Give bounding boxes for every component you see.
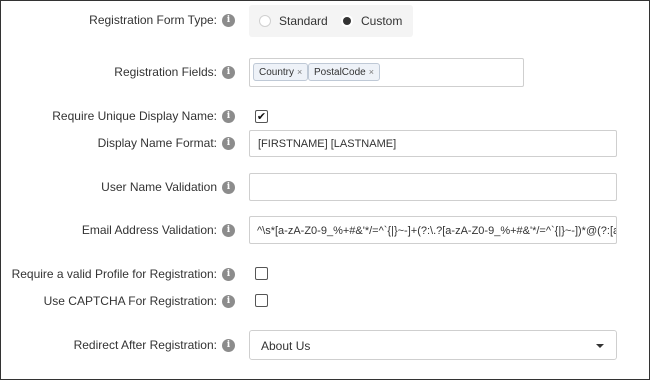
info-icon[interactable]: i [222, 224, 235, 237]
tag-country: Country × [253, 63, 309, 81]
user-name-validation-input[interactable] [249, 173, 617, 201]
info-icon[interactable]: i [222, 181, 235, 194]
info-icon[interactable]: i [222, 137, 235, 150]
info-icon[interactable]: i [222, 268, 235, 281]
info-icon[interactable]: i [222, 295, 235, 308]
redirect-after-registration-label: Redirect After Registration: [73, 338, 217, 352]
redirect-after-registration-value: About Us [261, 339, 311, 353]
radio-standard-circle[interactable] [259, 15, 271, 27]
user-name-validation-label: User Name Validation [101, 180, 217, 194]
require-valid-profile-checkbox[interactable] [255, 267, 268, 280]
info-icon[interactable]: i [222, 339, 235, 352]
require-unique-display-name-label: Require Unique Display Name: [52, 109, 217, 123]
tag-remove-icon[interactable]: × [297, 67, 302, 77]
require-unique-display-name-checkbox[interactable]: ✔ [255, 110, 268, 123]
info-icon[interactable]: i [222, 110, 235, 123]
radio-standard-label: Standard [279, 14, 328, 28]
email-address-validation-input[interactable]: ^\s*[a-zA-Z0-9_%+#&'*/=^`{|}~-]+(?:\.?[a… [249, 216, 617, 244]
tag-country-label: Country [259, 67, 295, 78]
tag-remove-icon[interactable]: × [369, 67, 374, 77]
registration-fields-label: Registration Fields: [114, 65, 217, 79]
radio-custom-label: Custom [361, 14, 403, 28]
registration-fields-tag-input[interactable]: Country × PostalCode × [249, 58, 524, 87]
tag-postalcode: PostalCode × [308, 63, 380, 81]
email-address-validation-label: Email Address Validation: [81, 223, 217, 237]
display-name-format-value: [FIRSTNAME] [LASTNAME] [258, 138, 397, 150]
require-valid-profile-label: Require a valid Profile for Registration… [11, 267, 217, 281]
radio-standard[interactable]: Standard [259, 14, 328, 28]
registration-form-type-label: Registration Form Type: [89, 13, 217, 27]
email-address-validation-value: ^\s*[a-zA-Z0-9_%+#&'*/=^`{|}~-]+(?:\.?[a… [257, 225, 616, 237]
tag-postalcode-label: PostalCode [314, 67, 366, 78]
caret-down-icon [596, 344, 604, 348]
registration-settings-panel: Registration Form Type: i Standard Custo… [0, 0, 650, 380]
info-icon[interactable]: i [222, 14, 235, 27]
info-icon[interactable]: i [222, 66, 235, 79]
display-name-format-input[interactable]: [FIRSTNAME] [LASTNAME] [249, 130, 617, 157]
display-name-format-label: Display Name Format: [97, 136, 217, 150]
registration-form-type-radio-group: Standard Custom [249, 5, 413, 37]
redirect-after-registration-select[interactable]: About Us [249, 330, 617, 360]
radio-custom[interactable]: Custom [341, 14, 402, 28]
use-captcha-checkbox[interactable] [255, 294, 268, 307]
radio-custom-circle[interactable] [341, 15, 353, 27]
use-captcha-label: Use CAPTCHA For Registration: [43, 294, 217, 308]
